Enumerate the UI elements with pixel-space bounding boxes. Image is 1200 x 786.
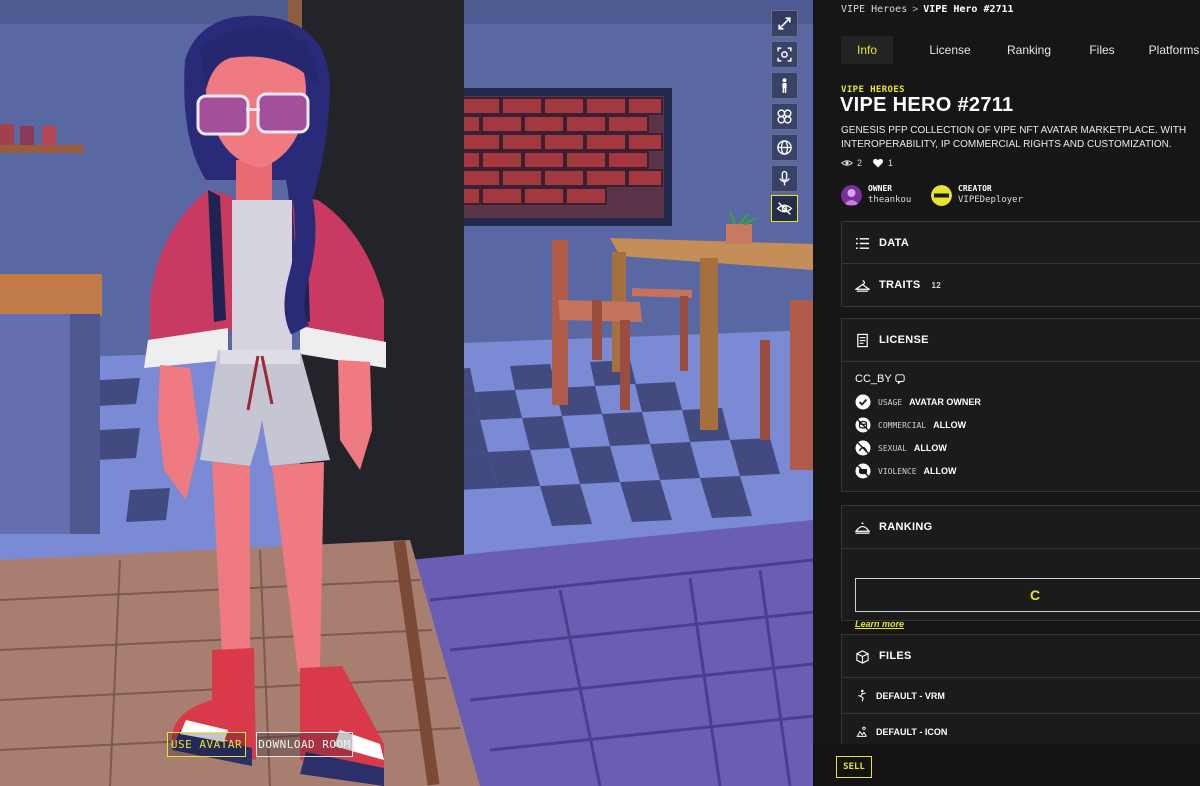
tab-files[interactable]: Files xyxy=(1069,36,1135,64)
coins-icon xyxy=(855,417,871,433)
tab-platforms[interactable]: Platforms xyxy=(1137,36,1200,64)
info-icon[interactable] xyxy=(895,374,905,384)
learn-more-link[interactable]: Learn more xyxy=(855,619,904,629)
eye-icon xyxy=(841,160,853,166)
image-icon xyxy=(856,726,867,737)
globe-icon xyxy=(777,140,792,155)
fullscreen-button[interactable] xyxy=(771,10,798,37)
traits-section: TRAITS 12 xyxy=(841,263,1200,307)
avatar-3d-viewport[interactable]: USE AVATAR DOWNLOAD ROOM xyxy=(0,0,813,786)
room-scene xyxy=(0,0,813,786)
like-count: 1 xyxy=(888,158,894,168)
fist-icon xyxy=(855,463,871,479)
sell-button[interactable]: SELL xyxy=(836,756,872,778)
license-key: SEXUAL xyxy=(878,443,907,453)
traits-count: 12 xyxy=(931,280,942,290)
hide-eye-icon xyxy=(776,202,793,215)
owner-name: theankou xyxy=(868,195,912,205)
asset-stats: 2 1 xyxy=(841,157,893,169)
owner-role: OWNER xyxy=(868,184,893,193)
document-icon xyxy=(857,333,868,347)
breadcrumb-collection-link[interactable]: VIPE Heroes xyxy=(841,4,907,15)
data-section-header[interactable]: DATA xyxy=(842,222,1200,264)
asset-description: GENESIS PFP COLLECTION OF VIPE NFT AVATA… xyxy=(841,124,1200,152)
file-label: DEFAULT - ICON xyxy=(876,726,948,737)
license-type: CC_BY xyxy=(855,373,905,385)
file-label: DEFAULT - VRM xyxy=(876,690,945,701)
ranking-section: RANKING C Learn more xyxy=(841,505,1200,629)
creator-info[interactable]: CREATOR VIPEDeployer xyxy=(931,184,1023,206)
breadcrumb-current: VIPE Hero #2711 xyxy=(923,4,1014,15)
license-section-header[interactable]: LICENSE xyxy=(842,319,1200,361)
environment-button[interactable] xyxy=(771,134,798,161)
tab-ranking[interactable]: Ranking xyxy=(991,36,1067,64)
license-key: VIOLENCE xyxy=(878,466,917,476)
license-value: ALLOW xyxy=(933,420,967,430)
files-section-header[interactable]: FILES xyxy=(842,635,1200,677)
section-title: LICENSE xyxy=(879,334,929,346)
section-title: TRAITS xyxy=(879,279,921,291)
figure-icon xyxy=(858,689,866,702)
camera-icon xyxy=(777,47,792,62)
hanger-icon xyxy=(855,279,870,292)
bottom-action-bar: SELL xyxy=(813,744,1200,786)
list-icon xyxy=(855,237,870,249)
license-value: ALLOW xyxy=(923,466,957,476)
box-icon xyxy=(856,649,869,664)
detail-tabs: Info License Ranking Files Platforms xyxy=(841,36,1200,64)
section-title: DATA xyxy=(879,237,910,249)
license-row-usage: USAGE AVATAR OWNER xyxy=(855,394,981,410)
traits-section-header[interactable]: TRAITS 12 xyxy=(842,264,1200,306)
microphone-icon xyxy=(779,170,790,186)
asset-detail-panel: VIPE Heroes > VIPE Hero #2711 Info License… xyxy=(813,0,1200,786)
ranking-section-header[interactable]: RANKING xyxy=(842,506,1200,548)
use-avatar-button[interactable]: USE AVATAR xyxy=(167,732,246,757)
brick-window xyxy=(450,88,672,226)
license-row-commercial: COMMERCIAL ALLOW xyxy=(855,417,966,433)
fullscreen-icon xyxy=(778,17,791,30)
avatar xyxy=(841,184,862,206)
view-count: 2 xyxy=(857,158,863,168)
breadcrumb: VIPE Heroes > VIPE Hero #2711 xyxy=(841,4,1014,15)
creator-role: CREATOR xyxy=(958,184,992,193)
mesh-icon xyxy=(777,109,792,124)
check-circle-icon xyxy=(855,394,871,410)
tab-license[interactable]: License xyxy=(911,36,989,64)
data-section: DATA xyxy=(841,221,1200,265)
file-row-vrm[interactable]: DEFAULT - VRM xyxy=(842,677,1200,713)
screenshot-button[interactable] xyxy=(771,41,798,68)
voice-button[interactable] xyxy=(771,165,798,192)
asset-title: VIPE HERO #2711 xyxy=(840,94,1014,116)
section-title: RANKING xyxy=(879,521,933,533)
podium-icon xyxy=(855,521,870,534)
mesh-button[interactable] xyxy=(771,103,798,130)
pose-button[interactable] xyxy=(771,72,798,99)
divider xyxy=(842,548,1200,549)
download-room-button[interactable]: DOWNLOAD ROOM xyxy=(256,732,353,757)
creator-name: VIPEDeployer xyxy=(958,195,1024,205)
hide-ui-button[interactable] xyxy=(771,195,798,222)
license-value: AVATAR OWNER xyxy=(909,397,981,407)
divider xyxy=(842,361,1200,362)
owner-info[interactable]: OWNER theankou xyxy=(841,184,911,206)
license-value: ALLOW xyxy=(913,443,947,453)
description-line: INTEROPERABILITY, IP COMMERCIAL RIGHTS A… xyxy=(841,139,1172,150)
license-section: LICENSE CC_BY USAGE AVATAR OWNER COMMERC… xyxy=(841,318,1200,492)
avatar xyxy=(931,184,952,206)
license-key: COMMERCIAL xyxy=(878,420,927,430)
heart-icon[interactable] xyxy=(872,157,884,169)
no-sexual-icon xyxy=(855,440,871,456)
section-title: FILES xyxy=(879,650,912,662)
description-line: GENESIS PFP COLLECTION OF VIPE NFT AVATA… xyxy=(841,125,1187,136)
license-row-sexual: SEXUAL ALLOW xyxy=(855,440,947,456)
license-row-violence: VIOLENCE ALLOW xyxy=(855,463,957,479)
ranking-grade-box: C xyxy=(855,578,1200,612)
tab-info[interactable]: Info xyxy=(841,36,893,64)
person-icon xyxy=(782,78,787,93)
license-name: CC_BY xyxy=(855,373,892,385)
breadcrumb-separator: > xyxy=(912,4,919,15)
license-key: USAGE xyxy=(878,397,903,407)
